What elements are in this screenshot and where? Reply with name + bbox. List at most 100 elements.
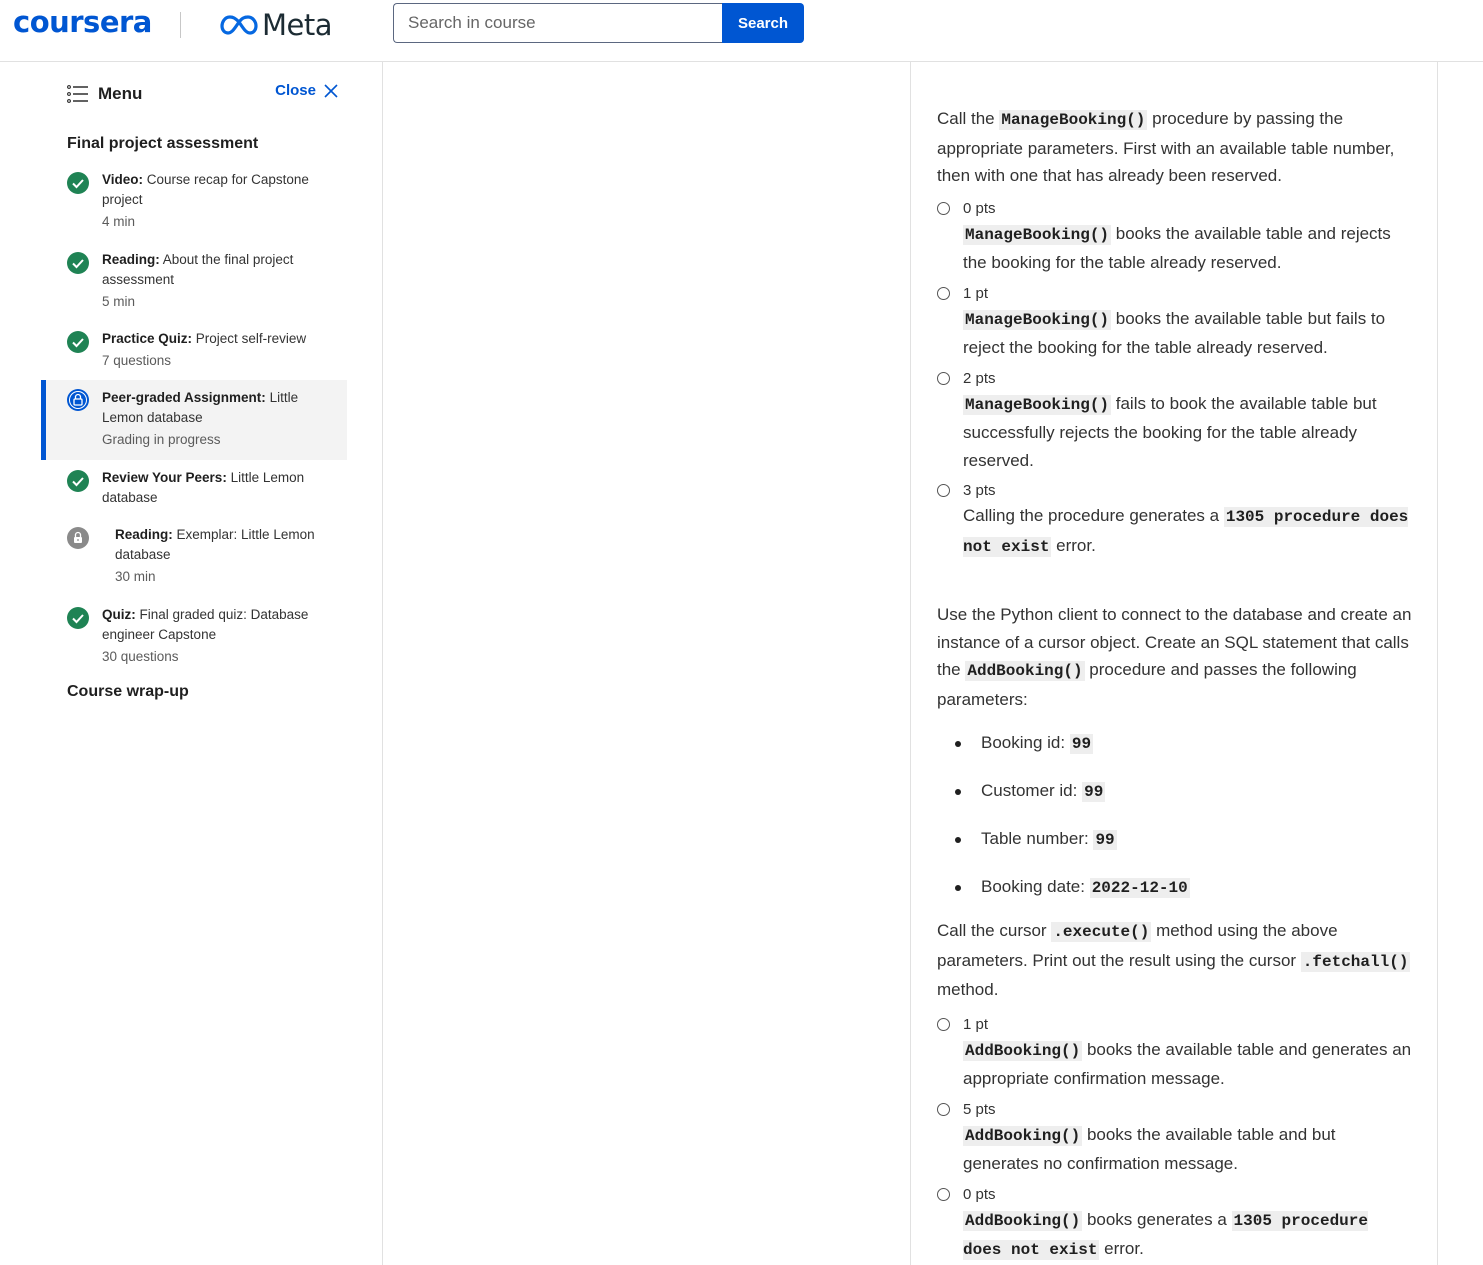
question-2-prompt: Use the Python client to connect to the … — [937, 601, 1415, 713]
menu-row: Menu Close — [67, 82, 339, 106]
code: AddBooking() — [965, 661, 1085, 681]
option-description: ManageBooking() books the available tabl… — [963, 220, 1415, 277]
completed-check-icon — [67, 172, 89, 194]
rubric-content: Call the ManageBooking() procedure by pa… — [937, 105, 1415, 1265]
completed-check-icon — [67, 607, 89, 629]
item-type: Reading: — [115, 527, 173, 542]
search-button[interactable]: Search — [722, 3, 804, 43]
option-points: 0 pts — [963, 1185, 996, 1203]
close-icon — [324, 83, 338, 98]
q2-option-2[interactable]: 0 pts AddBooking() books generates a 130… — [937, 1184, 1415, 1265]
sidebar-item-peer-graded-assignment[interactable]: Peer-graded Assignment: Little Lemon dat… — [41, 380, 347, 460]
option-points: 2 pts — [963, 369, 996, 387]
sidebar-item-text: Quiz: Final graded quiz: Database engine… — [102, 605, 332, 667]
text: error. — [1099, 1239, 1144, 1258]
sidebar-item-practice-quiz[interactable]: Practice Quiz: Project self-review 7 que… — [41, 331, 347, 381]
text: error. — [1051, 535, 1096, 555]
search-input[interactable] — [393, 3, 723, 43]
section-title: Final project assessment — [67, 135, 259, 152]
radio-button[interactable] — [937, 1187, 950, 1201]
sidebar-item-text: Peer-graded Assignment: Little Lemon dat… — [102, 388, 332, 450]
sidebar-item-video-course-recap[interactable]: Video: Course recap for Capstone project… — [41, 172, 347, 242]
radio-button[interactable] — [937, 371, 950, 385]
sidebar-item-reading-about[interactable]: Reading: About the final project assessm… — [41, 252, 347, 322]
sidebar-item-text: Reading: About the final project assessm… — [102, 250, 332, 312]
code: .fetchall() — [1300, 951, 1411, 972]
sidebar-item-text: Video: Course recap for Capstone project… — [102, 170, 332, 232]
option-description: AddBooking() books the available table a… — [963, 1036, 1415, 1093]
text: Call the — [937, 109, 1000, 128]
code: AddBooking() — [963, 1125, 1083, 1146]
item-type: Reading: — [102, 252, 160, 267]
option-description: ManageBooking() fails to book the availa… — [963, 390, 1415, 475]
meta-logo[interactable]: Meta — [220, 8, 333, 42]
item-type: Quiz: — [102, 607, 136, 622]
q1-option-1[interactable]: 1 pt ManageBooking() books the available… — [937, 283, 1415, 362]
radio-button[interactable] — [937, 1017, 950, 1031]
parameter-list: Booking id: 99 Customer id: 99 Table num… — [937, 729, 1415, 902]
sidebar-item-text: Reading: Exemplar: Little Lemon database… — [115, 525, 345, 587]
list-item: Booking id: 99 — [937, 729, 1415, 758]
option-points: 1 pt — [963, 1015, 989, 1033]
item-meta: 5 min — [102, 294, 136, 309]
option-description: AddBooking() books the available table a… — [963, 1121, 1415, 1178]
list-item: Booking date: 2022-12-10 — [937, 873, 1415, 902]
text: method. — [937, 980, 999, 999]
list-item: Table number: 99 — [937, 825, 1415, 854]
code: ManageBooking() — [963, 394, 1112, 415]
param-label: Booking id: — [981, 733, 1070, 752]
section-title-course-wrap-up[interactable]: Course wrap-up — [67, 683, 189, 701]
option-description: AddBooking() books generates a 1305 proc… — [963, 1206, 1415, 1265]
list-item: Customer id: 99 — [937, 777, 1415, 806]
completed-check-icon — [67, 252, 89, 274]
logo-divider — [180, 12, 181, 38]
close-menu-button[interactable]: Close — [275, 82, 339, 99]
item-type: Practice Quiz: — [102, 331, 193, 346]
meta-infinity-icon — [220, 15, 258, 35]
top-header: coursera Meta Search — [0, 0, 1483, 62]
sidebar-item-review-peers[interactable]: Review Your Peers: Little Lemon database — [41, 470, 347, 516]
option-points: 5 pts — [963, 1100, 996, 1118]
option-points: 0 pts — [963, 199, 996, 217]
sidebar-item-reading-exemplar[interactable]: Reading: Exemplar: Little Lemon database… — [41, 527, 347, 597]
code: ManageBooking() — [963, 224, 1112, 245]
item-type: Video: — [102, 172, 144, 187]
radio-button[interactable] — [937, 201, 950, 215]
code: AddBooking() — [963, 1210, 1083, 1231]
param-label: Table number: — [981, 829, 1094, 848]
item-meta: 30 questions — [102, 649, 179, 664]
item-type: Peer-graded Assignment: — [102, 390, 266, 405]
q1-option-3[interactable]: 3 pts Calling the procedure generates a … — [937, 480, 1415, 561]
item-meta: 30 min — [115, 569, 156, 584]
param-value: 2022-12-10 — [1089, 878, 1190, 898]
lock-in-progress-icon — [67, 389, 89, 411]
sidebar-item-text: Practice Quiz: Project self-review 7 que… — [102, 329, 332, 371]
menu-label: Menu — [98, 84, 143, 103]
close-label: Close — [275, 82, 316, 99]
param-label: Customer id: — [981, 781, 1083, 800]
param-label: Booking date: — [981, 877, 1090, 896]
completed-check-icon — [67, 331, 89, 353]
radio-button[interactable] — [937, 286, 950, 300]
q1-option-0[interactable]: 0 pts ManageBooking() books the availabl… — [937, 198, 1415, 277]
text: Call the cursor — [937, 921, 1052, 940]
menu-list-icon — [67, 85, 88, 103]
param-value: 99 — [1069, 734, 1094, 754]
item-meta: 7 questions — [102, 353, 172, 368]
sidebar-item-final-quiz[interactable]: Quiz: Final graded quiz: Database engine… — [41, 607, 347, 677]
radio-button[interactable] — [937, 1102, 950, 1116]
coursera-logo[interactable]: coursera — [13, 5, 152, 39]
radio-button[interactable] — [937, 484, 950, 497]
option-points: 3 pts — [963, 482, 996, 499]
q1-option-2[interactable]: 2 pts ManageBooking() fails to book the … — [937, 368, 1415, 475]
question-1-prompt: Call the ManageBooking() procedure by pa… — [937, 105, 1415, 190]
q2-option-1[interactable]: 5 pts AddBooking() books the available t… — [937, 1099, 1415, 1178]
item-type: Review Your Peers: — [102, 470, 227, 485]
q2-option-0[interactable]: 1 pt AddBooking() books the available ta… — [937, 1014, 1415, 1093]
code: ManageBooking() — [999, 110, 1148, 130]
meta-logo-text: Meta — [262, 8, 333, 42]
code: .execute() — [1051, 922, 1152, 942]
code: AddBooking() — [963, 1040, 1083, 1061]
code: ManageBooking() — [963, 309, 1112, 330]
item-meta: 4 min — [102, 214, 136, 229]
